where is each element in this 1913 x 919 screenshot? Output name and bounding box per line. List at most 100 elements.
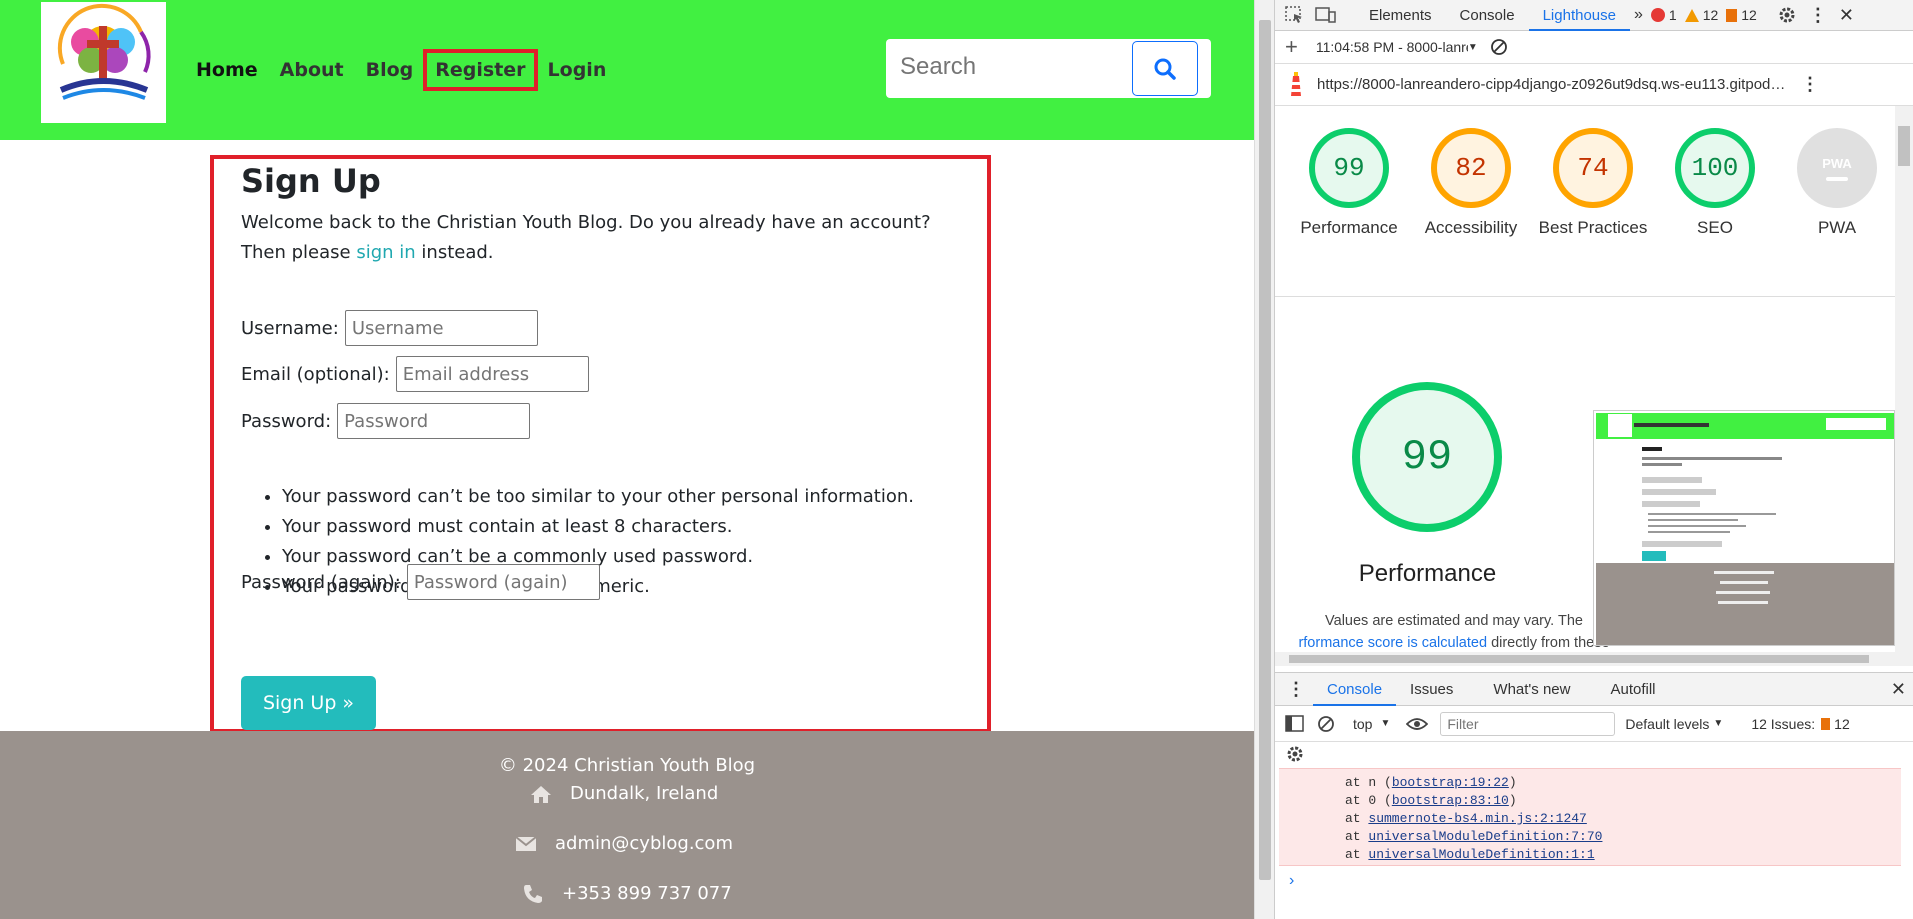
note-text: Values are estimated and may vary. The [1325,613,1583,629]
stack-link[interactable]: universalModuleDefinition:7:70 [1368,829,1602,844]
settings-gear-icon[interactable] [1777,5,1797,25]
website-viewport: Home About Blog Register Login Sign Up [0,0,1254,919]
context-caret-icon[interactable]: ▼ [1380,718,1390,729]
stack-link[interactable]: universalModuleDefinition:1:1 [1368,847,1594,862]
page-scrollbar[interactable] [1254,0,1274,919]
sidebar-toggle-icon[interactable] [1285,714,1305,733]
nav-home[interactable]: Home [196,55,258,85]
nav-blog[interactable]: Blog [366,55,414,85]
issue-flag-icon [1821,717,1831,730]
score-circle: 74 [1553,128,1633,208]
close-devtools-icon[interactable]: ✕ [1839,5,1854,26]
close-drawer-icon[interactable]: ✕ [1891,679,1906,700]
main-nav: Home About Blog Register Login [196,49,628,91]
nav-about[interactable]: About [280,55,344,85]
sign-in-link[interactable]: sign in [356,242,415,263]
tab-elements[interactable]: Elements [1355,0,1446,31]
signup-intro: Welcome back to the Christian Youth Blog… [241,208,981,268]
search-input[interactable] [900,53,1140,81]
issues-summary-count: 12 [1834,715,1850,732]
password-input[interactable] [337,403,531,439]
gauge-performance[interactable]: 99 Performance [1289,128,1409,240]
score-label: SEO [1697,218,1733,237]
nav-login[interactable]: Login [548,55,607,85]
levels-caret-icon[interactable]: ▼ [1713,718,1723,729]
tab-lighthouse[interactable]: Lighthouse [1528,0,1630,31]
footer-phone-text: +353 899 737 077 [562,883,732,904]
email-input[interactable] [395,356,589,392]
password-again-label: Password (again): [241,571,401,593]
footer-email-text[interactable]: admin@cyblog.com [555,833,733,854]
log-levels-dropdown[interactable]: Default levels [1625,716,1709,732]
score-circle: 100 [1675,128,1755,208]
note-text-after: directly from these [1491,635,1610,651]
drawer-tab-console[interactable]: Console [1313,673,1397,706]
stack-link[interactable]: bootstrap:83:10 [1392,793,1509,808]
live-expression-eye-icon[interactable] [1406,716,1429,732]
username-row: Username: [241,310,538,346]
score-label: Accessibility [1424,218,1518,237]
stack-line: at universalModuleDefinition:7:70 [1345,829,1603,844]
stack-line: at 0 (bootstrap:83:10) [1345,793,1517,808]
new-report-icon[interactable]: + [1285,34,1298,60]
clear-console-icon[interactable] [1317,715,1335,733]
drawer-tab-issues[interactable]: Issues [1396,673,1467,706]
lighthouse-logo-icon [1291,71,1301,96]
stack-link[interactable]: summernote-bs4.min.js:2:1247 [1368,811,1586,826]
context-selector[interactable]: top [1353,716,1372,732]
issues-count: 12 [1741,7,1757,23]
final-screenshot-thumbnail[interactable] [1593,410,1895,646]
search-form [886,39,1211,98]
password-again-input[interactable] [406,564,600,600]
username-input[interactable] [344,310,538,346]
gauge-seo[interactable]: 100 SEO [1655,128,1775,240]
page-screenshot-image [1594,411,1894,645]
search-button[interactable] [1132,41,1198,96]
password-again-row: Password (again): [241,564,600,600]
performance-big-label: Performance [1358,560,1497,587]
score-circle: 82 [1431,128,1511,208]
issues-summary[interactable]: 12 Issues: [1751,716,1815,732]
drawer-tab-whats-new[interactable]: What's new [1479,673,1584,706]
tab-console[interactable]: Console [1446,0,1529,31]
issues-count-badge[interactable]: 12 [1726,7,1757,23]
divider [1275,296,1895,297]
navbar: Home About Blog Register Login [0,0,1254,140]
site-logo[interactable] [41,2,166,123]
stack-link[interactable]: bootstrap:19:22 [1392,775,1509,790]
gauge-accessibility[interactable]: 82 Accessibility [1411,128,1531,240]
gauge-best-practices[interactable]: 74 Best Practices [1533,128,1653,240]
warning-count-badge[interactable]: 12 [1684,7,1719,23]
page-scrollbar-thumb[interactable] [1259,20,1271,880]
site-footer: © 2024 Christian Youth Blog Dundalk, Ire… [0,731,1254,919]
clear-reports-icon[interactable] [1490,38,1508,56]
report-horizontal-scrollbar[interactable] [1275,652,1913,666]
tree-cross-logo-icon [57,3,151,100]
console-prompt[interactable]: › [1289,872,1294,890]
drawer-tab-autofill[interactable]: Autofill [1596,673,1669,706]
device-toolbar-icon[interactable] [1315,6,1337,24]
report-selector[interactable]: 11:04:58 PM - 8000-lanreander [1316,39,1468,55]
error-count-badge[interactable]: 1 [1650,7,1677,23]
console-filter-input[interactable] [1440,711,1616,736]
score-calc-link[interactable]: rformance score is calculated [1298,635,1487,651]
inspect-element-icon[interactable] [1285,6,1305,24]
kebab-menu-icon[interactable]: ⋮ [1809,5,1827,26]
password-rule: Your password can’t be too similar to yo… [282,482,914,512]
score-label: Performance [1300,218,1398,237]
report-scroll-thumb[interactable] [1898,126,1910,166]
report-vertical-scrollbar[interactable] [1895,106,1913,652]
username-label: Username: [241,317,339,339]
console-settings-icon[interactable] [1285,744,1305,769]
dropdown-caret-icon[interactable]: ▼ [1468,42,1478,53]
error-icon [1650,8,1665,22]
pwa-dash [1826,176,1848,181]
warning-count: 12 [1702,7,1719,23]
more-tabs-icon[interactable]: » [1634,6,1643,24]
report-hscroll-thumb[interactable] [1289,655,1869,663]
nav-register[interactable]: Register [423,49,538,91]
gauge-pwa[interactable]: PWA PWA [1777,128,1895,240]
url-menu-icon[interactable]: ⋮ [1801,74,1819,95]
sign-up-button[interactable]: Sign Up » [241,676,376,730]
drawer-menu-icon[interactable]: ⋮ [1287,679,1305,700]
